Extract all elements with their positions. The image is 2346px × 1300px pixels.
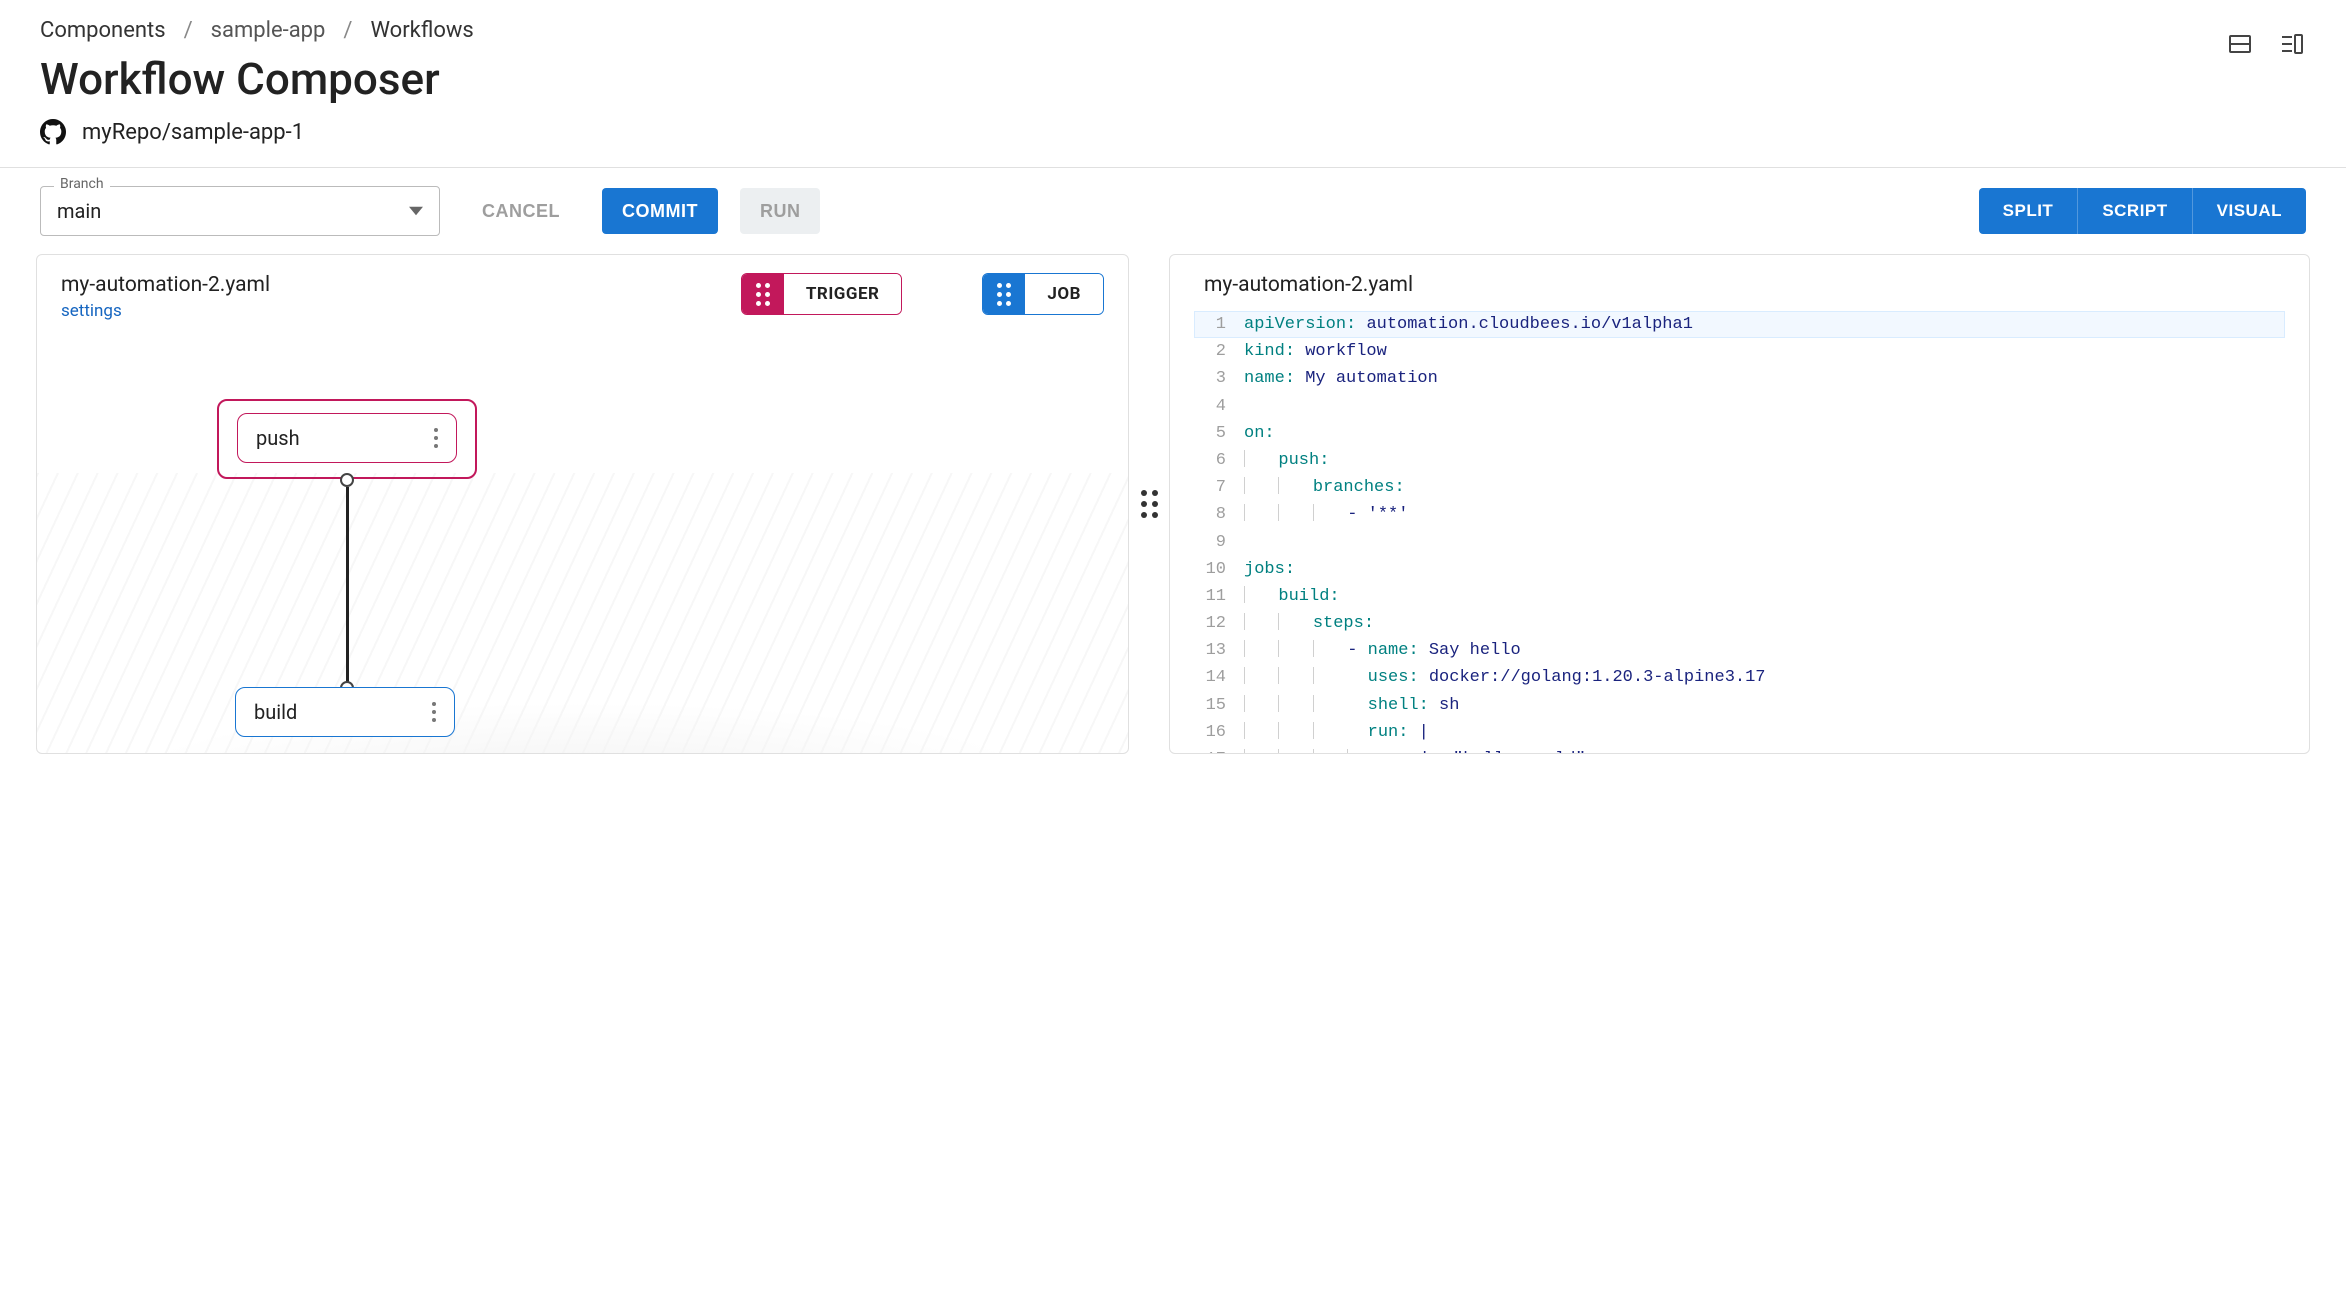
line-number: 9 bbox=[1194, 529, 1244, 556]
breadcrumb-sep: / bbox=[184, 18, 193, 43]
code-content: steps: bbox=[1244, 610, 1374, 637]
code-content: on: bbox=[1244, 420, 1275, 447]
breadcrumb-workflows[interactable]: Workflows bbox=[370, 18, 473, 43]
line-number: 2 bbox=[1194, 338, 1244, 365]
line-number: 16 bbox=[1194, 719, 1244, 746]
view-visual[interactable]: VISUAL bbox=[2192, 188, 2306, 234]
layout-list-icon[interactable] bbox=[2278, 30, 2306, 58]
trigger-node-label: push bbox=[256, 426, 300, 450]
code-line[interactable]: 3name: My automation bbox=[1194, 365, 2285, 392]
code-content: - name: Say hello bbox=[1244, 637, 1521, 664]
code-content: echo "hello world" bbox=[1244, 746, 1586, 754]
repo-path: myRepo/sample-app-1 bbox=[82, 120, 304, 145]
code-content: run: | bbox=[1244, 719, 1429, 746]
line-number: 3 bbox=[1194, 365, 1244, 392]
code-line[interactable]: 4 bbox=[1194, 393, 2285, 420]
line-number: 6 bbox=[1194, 447, 1244, 474]
kebab-menu-icon[interactable] bbox=[434, 428, 438, 448]
line-number: 11 bbox=[1194, 583, 1244, 610]
node-port[interactable] bbox=[340, 473, 354, 487]
code-line[interactable]: 5on: bbox=[1194, 420, 2285, 447]
trigger-pill[interactable]: TRIGGER bbox=[741, 273, 903, 315]
branch-label: Branch bbox=[54, 176, 110, 192]
code-line[interactable]: 17 echo "hello world" bbox=[1194, 746, 2285, 754]
code-content: apiVersion: automation.cloudbees.io/v1al… bbox=[1244, 311, 1693, 338]
drag-handle-icon[interactable] bbox=[742, 274, 784, 314]
line-number: 5 bbox=[1194, 420, 1244, 447]
code-line[interactable]: 10jobs: bbox=[1194, 556, 2285, 583]
trigger-pill-label: TRIGGER bbox=[784, 274, 902, 314]
layout-rows-icon[interactable] bbox=[2226, 30, 2254, 58]
code-content: shell: sh bbox=[1244, 692, 1459, 719]
line-number: 1 bbox=[1194, 311, 1244, 338]
trigger-node-push[interactable]: push bbox=[237, 413, 457, 463]
job-pill-label: JOB bbox=[1025, 274, 1103, 314]
job-pill[interactable]: JOB bbox=[982, 273, 1104, 315]
workflow-graph[interactable]: push build bbox=[37, 339, 1128, 719]
branch-value: main bbox=[57, 199, 101, 223]
chevron-down-icon bbox=[409, 199, 423, 223]
drag-handle-icon[interactable] bbox=[983, 274, 1025, 314]
view-script[interactable]: SCRIPT bbox=[2077, 188, 2191, 234]
line-number: 7 bbox=[1194, 474, 1244, 501]
code-content: kind: workflow bbox=[1244, 338, 1387, 365]
view-split[interactable]: SPLIT bbox=[1979, 188, 2078, 234]
code-content: name: My automation bbox=[1244, 365, 1438, 392]
code-line[interactable]: 9 bbox=[1194, 529, 2285, 556]
code-content: build: bbox=[1244, 583, 1340, 610]
breadcrumb-app[interactable]: sample-app bbox=[211, 18, 326, 43]
line-number: 12 bbox=[1194, 610, 1244, 637]
code-line[interactable]: 16 run: | bbox=[1194, 719, 2285, 746]
left-filename: my-automation-2.yaml bbox=[61, 273, 270, 297]
code-line[interactable]: 2kind: workflow bbox=[1194, 338, 2285, 365]
page-title: Workflow Composer bbox=[40, 53, 2306, 105]
line-number: 14 bbox=[1194, 664, 1244, 691]
cancel-button[interactable]: CANCEL bbox=[462, 188, 580, 234]
view-switch: SPLIT SCRIPT VISUAL bbox=[1979, 188, 2306, 234]
settings-link[interactable]: settings bbox=[61, 301, 270, 321]
kebab-menu-icon[interactable] bbox=[432, 702, 436, 722]
drag-handle-icon bbox=[1141, 490, 1158, 518]
run-button: RUN bbox=[740, 188, 821, 234]
code-content: branches: bbox=[1244, 474, 1405, 501]
breadcrumb-sep: / bbox=[343, 18, 352, 43]
code-line[interactable]: 1apiVersion: automation.cloudbees.io/v1a… bbox=[1194, 311, 2285, 338]
code-content: push: bbox=[1244, 447, 1329, 474]
code-content: uses: docker://golang:1.20.3-alpine3.17 bbox=[1244, 664, 1766, 691]
line-number: 10 bbox=[1194, 556, 1244, 583]
line-number: 4 bbox=[1194, 393, 1244, 420]
commit-button[interactable]: COMMIT bbox=[602, 188, 718, 234]
code-line[interactable]: 14 uses: docker://golang:1.20.3-alpine3.… bbox=[1194, 664, 2285, 691]
code-content: jobs: bbox=[1244, 556, 1295, 583]
line-number: 17 bbox=[1194, 746, 1244, 754]
actions-row: Branch main CANCEL COMMIT RUN SPLIT SCRI… bbox=[0, 167, 2346, 254]
code-content: - '**' bbox=[1244, 501, 1408, 528]
repo-line: myRepo/sample-app-1 bbox=[40, 119, 2306, 145]
github-icon bbox=[40, 119, 66, 145]
code-line[interactable]: 15 shell: sh bbox=[1194, 692, 2285, 719]
branch-select[interactable]: main bbox=[40, 186, 440, 236]
code-panel: my-automation-2.yaml 1apiVersion: automa… bbox=[1169, 254, 2310, 754]
breadcrumb-components[interactable]: Components bbox=[40, 18, 166, 43]
code-line[interactable]: 6 push: bbox=[1194, 447, 2285, 474]
code-line[interactable]: 8 - '**' bbox=[1194, 501, 2285, 528]
graph-edge bbox=[346, 487, 349, 687]
line-number: 13 bbox=[1194, 637, 1244, 664]
code-editor[interactable]: 1apiVersion: automation.cloudbees.io/v1a… bbox=[1194, 311, 2285, 754]
line-number: 15 bbox=[1194, 692, 1244, 719]
code-line[interactable]: 7 branches: bbox=[1194, 474, 2285, 501]
visual-panel: my-automation-2.yaml settings TRIGGER JO… bbox=[36, 254, 1129, 754]
code-line[interactable]: 13 - name: Say hello bbox=[1194, 637, 2285, 664]
job-node-label: build bbox=[254, 700, 297, 724]
right-filename: my-automation-2.yaml bbox=[1204, 273, 2285, 297]
breadcrumb: Components / sample-app / Workflows bbox=[40, 18, 2306, 43]
code-line[interactable]: 11 build: bbox=[1194, 583, 2285, 610]
job-node-build[interactable]: build bbox=[235, 687, 455, 737]
code-line[interactable]: 12 steps: bbox=[1194, 610, 2285, 637]
split-resizer[interactable] bbox=[1129, 254, 1169, 754]
line-number: 8 bbox=[1194, 501, 1244, 528]
